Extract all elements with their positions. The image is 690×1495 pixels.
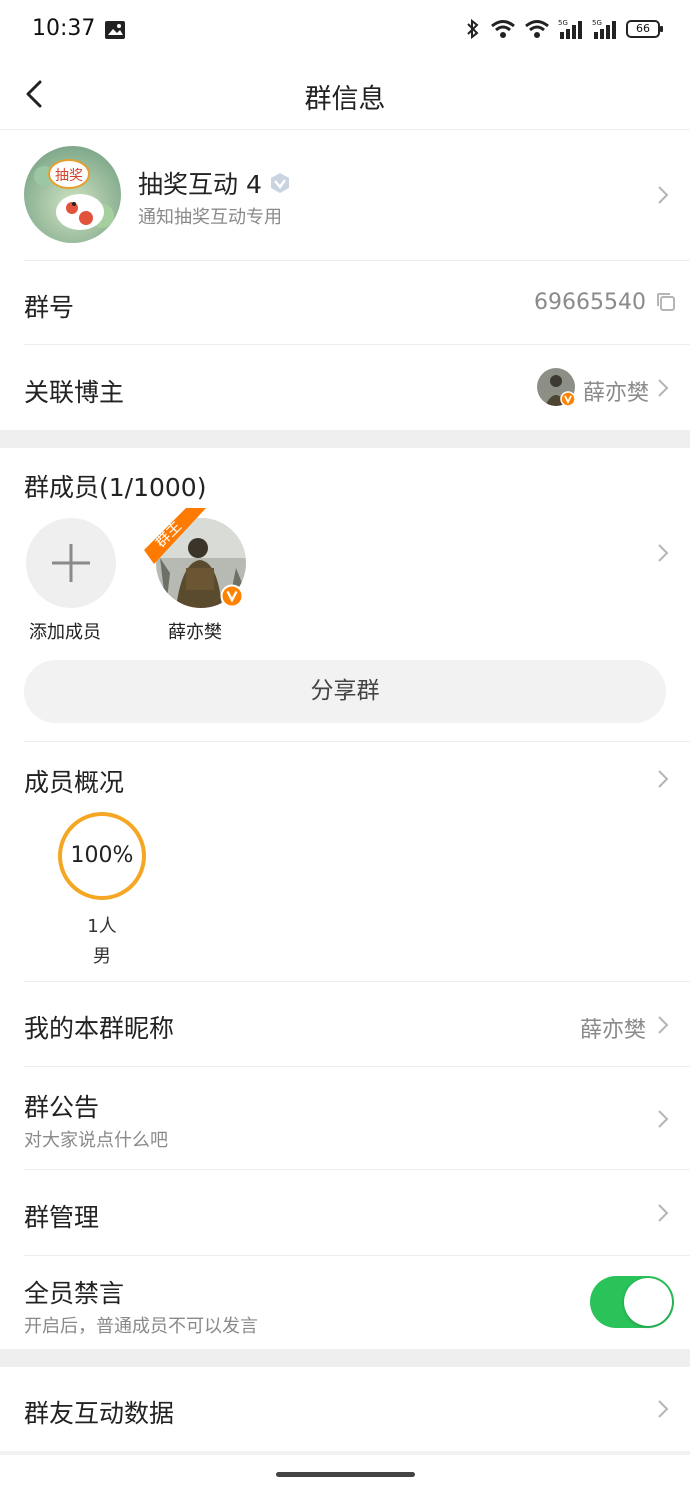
group-name-text: 抽奖互动 4 xyxy=(138,170,262,199)
share-group-button[interactable]: 分享群 xyxy=(24,660,666,723)
member-count: 1人 xyxy=(87,916,117,937)
wifi-icon xyxy=(491,20,515,38)
chevron-right-icon[interactable] xyxy=(656,542,670,564)
owner-name: 薛亦樊 xyxy=(168,622,222,643)
owner-badge: 群主 xyxy=(144,508,206,564)
section-gap xyxy=(0,1349,690,1367)
group-avatar-image: 抽奖 xyxy=(24,146,121,243)
management-label: 群管理 xyxy=(24,1203,100,1232)
group-subtitle: 通知抽奖互动专用 xyxy=(138,207,282,228)
wifi-icon-2 xyxy=(525,20,549,38)
gender-label: 男 xyxy=(93,946,111,967)
interaction-data-label: 群友互动数据 xyxy=(24,1399,175,1428)
copy-icon[interactable] xyxy=(655,291,677,313)
group-number-value: 69665540 xyxy=(534,290,646,315)
chevron-right-icon[interactable] xyxy=(656,1014,670,1036)
verified-v-icon xyxy=(560,391,576,407)
home-indicator[interactable] xyxy=(276,1472,415,1477)
verified-badge-icon xyxy=(270,173,289,193)
linked-blogger-name: 薛亦樊 xyxy=(583,381,650,406)
divider xyxy=(24,1255,690,1256)
network-label-2: 5G xyxy=(592,19,602,27)
image-notification-icon xyxy=(105,21,125,39)
chevron-right-icon[interactable] xyxy=(656,768,670,790)
mute-all-sub: 开启后，普通成员不可以发言 xyxy=(24,1316,258,1337)
status-time: 10:37 xyxy=(32,16,96,41)
announcement-row[interactable] xyxy=(0,1067,690,1169)
nickname-value: 薛亦樊 xyxy=(579,1018,646,1043)
announcement-label: 群公告 xyxy=(24,1093,100,1122)
chevron-right-icon[interactable] xyxy=(656,184,670,206)
overview-title: 成员概况 xyxy=(24,768,125,797)
group-name: 抽奖互动 4 xyxy=(138,165,292,201)
signal-5g-icon-2: 5G xyxy=(592,19,616,39)
battery-icon: 66 xyxy=(626,20,663,38)
nickname-label: 我的本群昵称 xyxy=(24,1014,175,1043)
section-gap xyxy=(0,430,690,448)
bluetooth-icon xyxy=(467,18,479,40)
add-member-button[interactable] xyxy=(26,518,116,608)
chevron-right-icon[interactable] xyxy=(656,1398,670,1420)
nav-bar: 群信息 xyxy=(0,60,690,130)
toggle-knob xyxy=(624,1278,672,1326)
announcement-sub: 对大家说点什么吧 xyxy=(24,1130,168,1151)
management-row[interactable] xyxy=(0,1170,690,1255)
verified-v-icon xyxy=(220,584,244,608)
plus-icon xyxy=(52,544,90,582)
group-avatar-text: 抽奖 xyxy=(55,167,83,184)
status-bar: 10:37 5G 5G 66 xyxy=(0,0,690,60)
linked-blogger-label: 关联博主 xyxy=(24,378,125,407)
group-number-label: 群号 xyxy=(24,293,75,322)
gender-ratio-ring: 100% xyxy=(58,812,146,900)
signal-5g-icon: 5G xyxy=(558,19,582,39)
chevron-right-icon[interactable] xyxy=(656,1202,670,1224)
group-avatar[interactable]: 抽奖 xyxy=(24,146,121,243)
chevron-right-icon[interactable] xyxy=(656,1108,670,1130)
network-label: 5G xyxy=(558,19,568,27)
status-icons: 5G 5G 66 xyxy=(464,18,663,40)
mute-all-label: 全员禁言 xyxy=(24,1279,125,1308)
battery-level: 66 xyxy=(636,22,650,35)
page-title: 群信息 xyxy=(304,84,386,115)
members-title: 群成员(1/1000) xyxy=(24,473,207,502)
gender-percent: 100% xyxy=(70,843,134,868)
divider xyxy=(24,741,690,742)
add-member-label: 添加成员 xyxy=(29,622,101,643)
chevron-right-icon[interactable] xyxy=(656,377,670,399)
mute-all-toggle[interactable] xyxy=(590,1276,674,1328)
bottom-divider xyxy=(0,1451,690,1455)
